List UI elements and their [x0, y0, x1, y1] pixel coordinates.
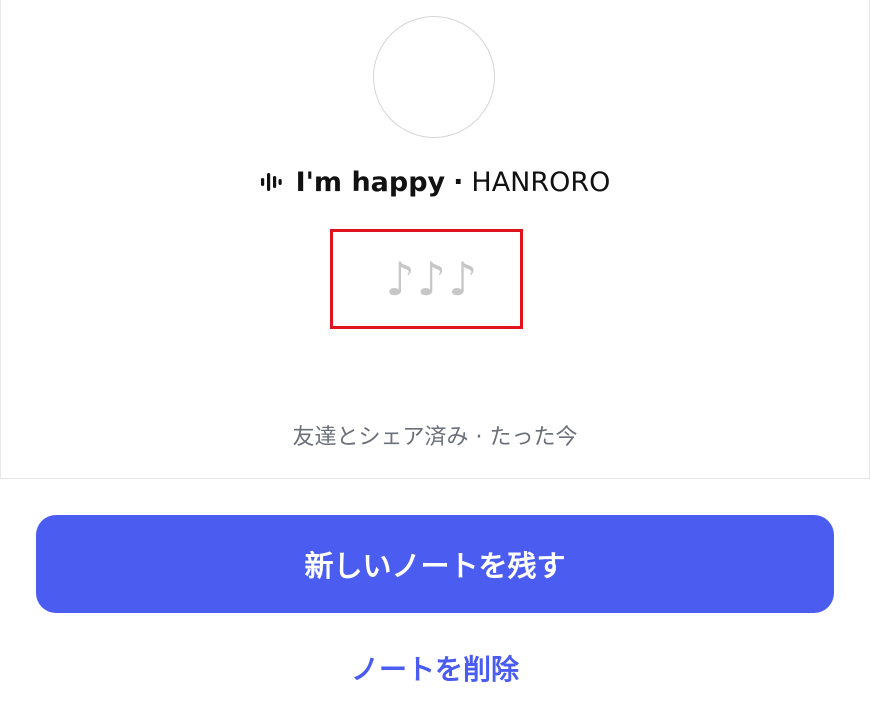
- music-track[interactable]: I'm happy · HANRORO: [0, 160, 870, 204]
- note-detail-sheet: I'm happy · HANRORO ♪♪♪ 友達とシェア済み · たった今 …: [0, 0, 870, 721]
- song-separator: ·: [453, 166, 464, 198]
- artist-name: HANRORO: [471, 166, 611, 198]
- note-highlight-box: [330, 229, 523, 329]
- divider: [0, 478, 870, 479]
- shared-status: 友達とシェア済み · たった今: [292, 425, 578, 450]
- sheet-border-left: [0, 0, 1, 478]
- sound-wave-icon: [260, 173, 282, 191]
- avatar[interactable]: [373, 16, 495, 138]
- song-title: I'm happy: [295, 166, 446, 198]
- new-note-button[interactable]: 新しいノートを残す: [36, 515, 834, 613]
- delete-note-button[interactable]: ノートを削除: [0, 648, 870, 692]
